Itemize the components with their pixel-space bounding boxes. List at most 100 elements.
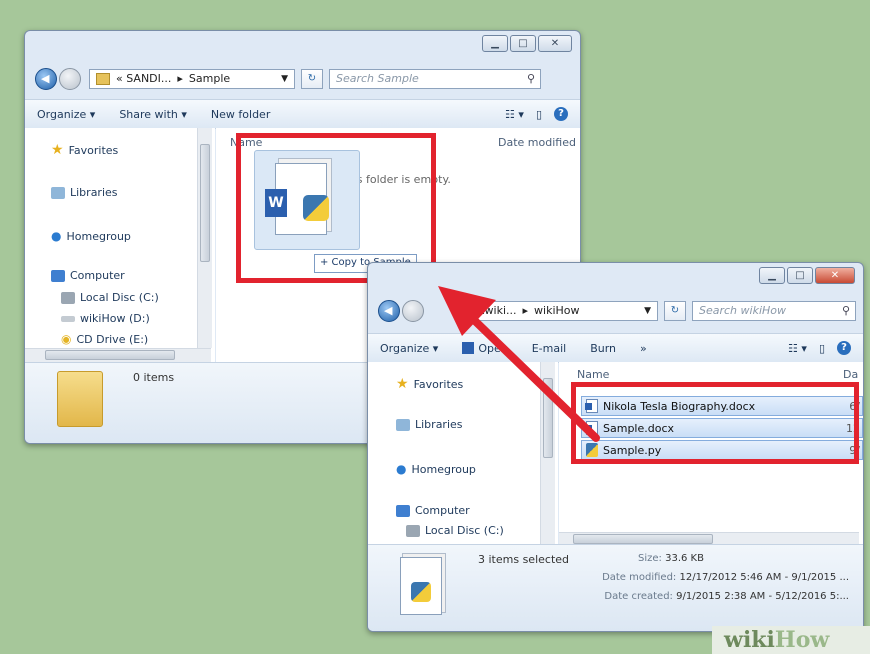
column-header-date[interactable]: Date modified: [498, 136, 576, 149]
back-arrow-icon: ◀: [384, 304, 393, 317]
refresh-icon: ↻: [670, 305, 680, 316]
nav-favorites[interactable]: ★ Favorites: [396, 376, 463, 392]
status-bar: 3 items selected Size: 33.6 KB Date modi…: [368, 544, 863, 631]
maximize-button[interactable]: □: [510, 35, 536, 52]
organize-button[interactable]: Organize ▾: [25, 108, 107, 121]
address-row: ◀ Zwiki... ▸ wikiHow ▼ ↻ Search wikiHow …: [378, 299, 856, 323]
column-header-date[interactable]: Da: [843, 368, 858, 381]
maximize-button[interactable]: □: [787, 267, 813, 284]
computer-icon: [396, 504, 410, 517]
nav-homegroup[interactable]: ● Homegroup: [51, 229, 131, 243]
refresh-icon: ↻: [307, 73, 317, 84]
close-button[interactable]: ✕: [815, 267, 855, 284]
path-root[interactable]: Zwiki...: [477, 302, 517, 320]
address-bar[interactable]: Zwiki... ▸ wikiHow ▼: [470, 301, 658, 321]
nav-local-disc[interactable]: Local Disc (C:): [406, 524, 504, 537]
minimize-button[interactable]: ▁: [759, 267, 785, 284]
path-separator: ▸: [177, 72, 183, 85]
details-modified: Date modified: 12/17/2012 5:46 AM - 9/1/…: [602, 572, 849, 583]
refresh-button[interactable]: ↻: [301, 69, 323, 89]
word-icon: [462, 342, 475, 354]
homegroup-icon: ●: [51, 229, 62, 243]
title-bar[interactable]: ▁ □ ✕: [25, 31, 580, 57]
scrollbar-thumb[interactable]: [543, 378, 553, 458]
share-with-button[interactable]: Share with ▾: [107, 108, 199, 121]
cd-icon: ◉: [61, 332, 72, 346]
nav-computer[interactable]: Computer: [51, 269, 125, 282]
drive-icon: [406, 524, 420, 537]
drive-icon: [61, 315, 75, 322]
star-icon: ★: [51, 142, 64, 158]
chevron-down-icon[interactable]: ▼: [281, 70, 288, 88]
python-icon: [411, 582, 431, 602]
search-placeholder: Search wikiHow: [699, 304, 787, 317]
libraries-icon: [396, 418, 410, 431]
path-root[interactable]: « SANDI...: [116, 70, 171, 88]
nav-wikihow-drive[interactable]: wikiHow (D:): [61, 312, 150, 325]
item-count: 0 items: [133, 371, 175, 384]
nav-cd-drive[interactable]: ◉ CD Drive (E:): [61, 332, 148, 346]
search-placeholder: Search Sample: [336, 72, 419, 85]
scrollbar-thumb[interactable]: [573, 534, 713, 544]
highlight-box-drag-target: [236, 133, 436, 283]
folder-large-icon: [57, 371, 103, 427]
preview-pane-icon[interactable]: ▯: [819, 342, 825, 355]
nav-favorites[interactable]: ★ Favorites: [51, 142, 118, 158]
minimize-button[interactable]: ▁: [482, 35, 508, 52]
burn-button[interactable]: Burn: [578, 342, 628, 355]
command-bar: Organize ▾ Open E-mail Burn » ☷ ▾ ▯ ?: [368, 333, 863, 363]
wikihow-watermark: wikiHow: [712, 626, 870, 654]
selection-count: 3 items selected: [478, 553, 570, 566]
nav-computer[interactable]: Computer: [396, 504, 470, 517]
drive-icon: [61, 291, 75, 304]
column-header-name[interactable]: Name: [577, 368, 609, 381]
search-icon[interactable]: ⚲: [527, 70, 535, 88]
view-options-icon[interactable]: ☷ ▾: [505, 108, 524, 121]
scrollbar-thumb[interactable]: [45, 350, 175, 360]
nav-scrollbar[interactable]: [540, 362, 555, 545]
address-bar[interactable]: « SANDI... ▸ Sample ▼: [89, 69, 295, 89]
navigation-pane: ★ Favorites Libraries ● Homegroup Computer…: [25, 128, 215, 362]
nav-scrollbar[interactable]: [197, 128, 212, 348]
chevron-down-icon[interactable]: ▼: [644, 302, 651, 320]
nav-local-disc[interactable]: Local Disc (C:): [61, 291, 159, 304]
help-icon[interactable]: ?: [837, 341, 851, 355]
address-row: ◀ « SANDI... ▸ Sample ▼ ↻ Search Sample …: [35, 67, 541, 91]
path-folder[interactable]: Sample: [189, 70, 230, 88]
more-button[interactable]: »: [628, 342, 659, 355]
multi-file-icon: [400, 557, 442, 615]
computer-icon: [51, 269, 65, 282]
forward-button[interactable]: [59, 68, 81, 90]
view-options-icon[interactable]: ☷ ▾: [788, 342, 807, 355]
refresh-button[interactable]: ↻: [664, 301, 686, 321]
search-icon[interactable]: ⚲: [842, 302, 850, 320]
navigation-pane: ★ Favorites Libraries ● Homegroup Computer…: [368, 362, 558, 545]
nav-libraries[interactable]: Libraries: [51, 186, 118, 199]
forward-button[interactable]: [402, 300, 424, 322]
homegroup-icon: ●: [396, 462, 407, 476]
nav-hscrollbar[interactable]: [25, 348, 211, 362]
email-button[interactable]: E-mail: [520, 342, 579, 355]
star-icon: ★: [396, 376, 409, 392]
open-button[interactable]: Open: [450, 342, 519, 355]
close-button[interactable]: ✕: [538, 35, 572, 52]
title-bar[interactable]: ▁ □ ✕: [368, 263, 863, 289]
path-separator: ▸: [522, 304, 529, 317]
highlight-box-selected-files: [571, 382, 859, 464]
command-bar: Organize ▾ Share with ▾ New folder ☷ ▾ ▯…: [25, 99, 580, 129]
new-folder-button[interactable]: New folder: [199, 108, 282, 121]
back-button[interactable]: ◀: [35, 68, 57, 90]
details-size: Size: 33.6 KB: [638, 553, 704, 564]
organize-button[interactable]: Organize ▾: [368, 342, 450, 355]
back-arrow-icon: ◀: [41, 72, 50, 85]
back-button[interactable]: ◀: [378, 300, 400, 322]
scrollbar-thumb[interactable]: [200, 144, 210, 262]
search-input[interactable]: Search Sample ⚲: [329, 69, 541, 89]
nav-homegroup[interactable]: ● Homegroup: [396, 462, 476, 476]
libraries-icon: [51, 186, 65, 199]
path-folder[interactable]: wikiHow: [534, 302, 579, 320]
help-icon[interactable]: ?: [554, 107, 568, 121]
nav-libraries[interactable]: Libraries: [396, 418, 463, 431]
preview-pane-icon[interactable]: ▯: [536, 108, 542, 121]
search-input[interactable]: Search wikiHow ⚲: [692, 301, 856, 321]
